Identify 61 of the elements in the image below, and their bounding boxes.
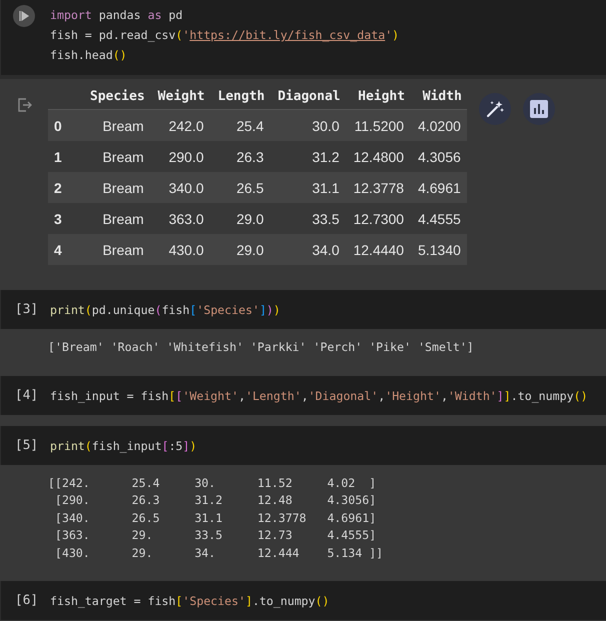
table-cell: 4.6961 <box>410 172 467 203</box>
magic-wand-button[interactable] <box>478 93 511 125</box>
row-index: 0 <box>48 110 82 141</box>
code-line: fish = pd.read_csv('https://bit.ly/fish_csv_data') <box>50 27 400 44</box>
table-cell: 12.3778 <box>345 172 410 203</box>
code-cell[interactable]: [3] print(pd.unique(fish['Species'])) <box>0 290 606 329</box>
table-cell: 12.4800 <box>345 141 410 172</box>
execution-count: [3] <box>15 301 38 319</box>
code-line: fish.head() <box>50 47 128 64</box>
table-cell: 12.4440 <box>345 234 410 265</box>
code-line: import pandas as pd <box>50 7 184 24</box>
execution-count: [6] <box>15 592 38 610</box>
table-cell: 430.0 <box>150 234 210 265</box>
table-cell: 25.4 <box>210 110 270 141</box>
magic-wand-icon <box>484 99 505 119</box>
table-cell: 26.3 <box>210 141 270 172</box>
table-cell: 31.1 <box>270 172 346 203</box>
execution-count: [4] <box>15 386 38 404</box>
code-cell[interactable]: [4] fish_input = fish[['Weight','Length','Diagonal','Height','Width']].to_numpy() <box>0 376 606 414</box>
table-cell: 363.0 <box>150 203 210 234</box>
table-cell: 30.0 <box>270 110 346 141</box>
table-cell: Bream <box>82 172 150 203</box>
table-cell: 4.0200 <box>410 110 467 141</box>
row-index: 1 <box>48 141 82 172</box>
table-cell: 290.0 <box>150 141 210 172</box>
table-cell: Bream <box>82 234 150 265</box>
code-line: print(pd.unique(fish['Species'])) <box>50 302 280 319</box>
chart-button[interactable] <box>522 93 555 125</box>
table-cell: 29.0 <box>210 234 270 265</box>
table-cell: 31.2 <box>270 141 346 172</box>
table-cell: 34.0 <box>270 234 346 265</box>
row-index: 4 <box>48 234 82 265</box>
console-output: ['Bream' 'Roach' 'Whitefish' 'Parkki' 'Perch' 'Pike' 'Smelt'] <box>48 339 474 356</box>
table-cell: 340.0 <box>150 172 210 203</box>
row-index: 2 <box>48 172 82 203</box>
console-output: [[242. 25.4 30. 11.52 4.02 ] [290. 26.3 31.2 12.48 4.3056] [340. 26.5 31.1 12.3778 4.6961] [363. 29. 33.5 12.73 4.4555] [430. 29. 34. 12.444 5.134 ]] <box>48 474 384 562</box>
table-cell: Bream <box>82 141 150 172</box>
table-cell: 26.5 <box>210 172 270 203</box>
table-cell: 29.0 <box>210 203 270 234</box>
play-icon <box>18 10 30 22</box>
bar-chart-icon <box>528 99 549 119</box>
code-cell[interactable]: [5] print(fish_input[:5]) <box>0 426 606 464</box>
table-cell: Bream <box>82 110 150 141</box>
execution-count: [5] <box>15 436 38 454</box>
table-cell: 4.3056 <box>410 141 467 172</box>
link[interactable]: https://bit.ly/fish_csv_data <box>190 28 386 42</box>
table-cell: 12.7300 <box>345 203 410 234</box>
code-line: fish_target = fish['Species'].to_numpy() <box>50 593 330 610</box>
table-cell: 33.5 <box>270 203 346 234</box>
table-cell: 11.5200 <box>345 110 410 141</box>
code-line: fish_input = fish[['Weight','Length','Diagonal','Height','Width']].to_numpy() <box>50 388 588 405</box>
row-index: 3 <box>48 203 82 234</box>
table-cell: 242.0 <box>150 110 210 141</box>
run-button[interactable] <box>13 5 35 27</box>
table-cell: Bream <box>82 203 150 234</box>
code-cell[interactable]: [6] fish_target = fish['Species'].to_numpy() <box>0 581 606 620</box>
table-cell: 5.1340 <box>410 234 467 265</box>
code-cell[interactable]: import pandas as pd fish = pd.read_csv('https://bit.ly/fish_csv_data') fish.head() <box>0 0 606 75</box>
output-icon <box>17 97 33 113</box>
table-cell: 4.4555 <box>410 203 467 234</box>
code-line: print(fish_input[:5]) <box>50 438 197 455</box>
